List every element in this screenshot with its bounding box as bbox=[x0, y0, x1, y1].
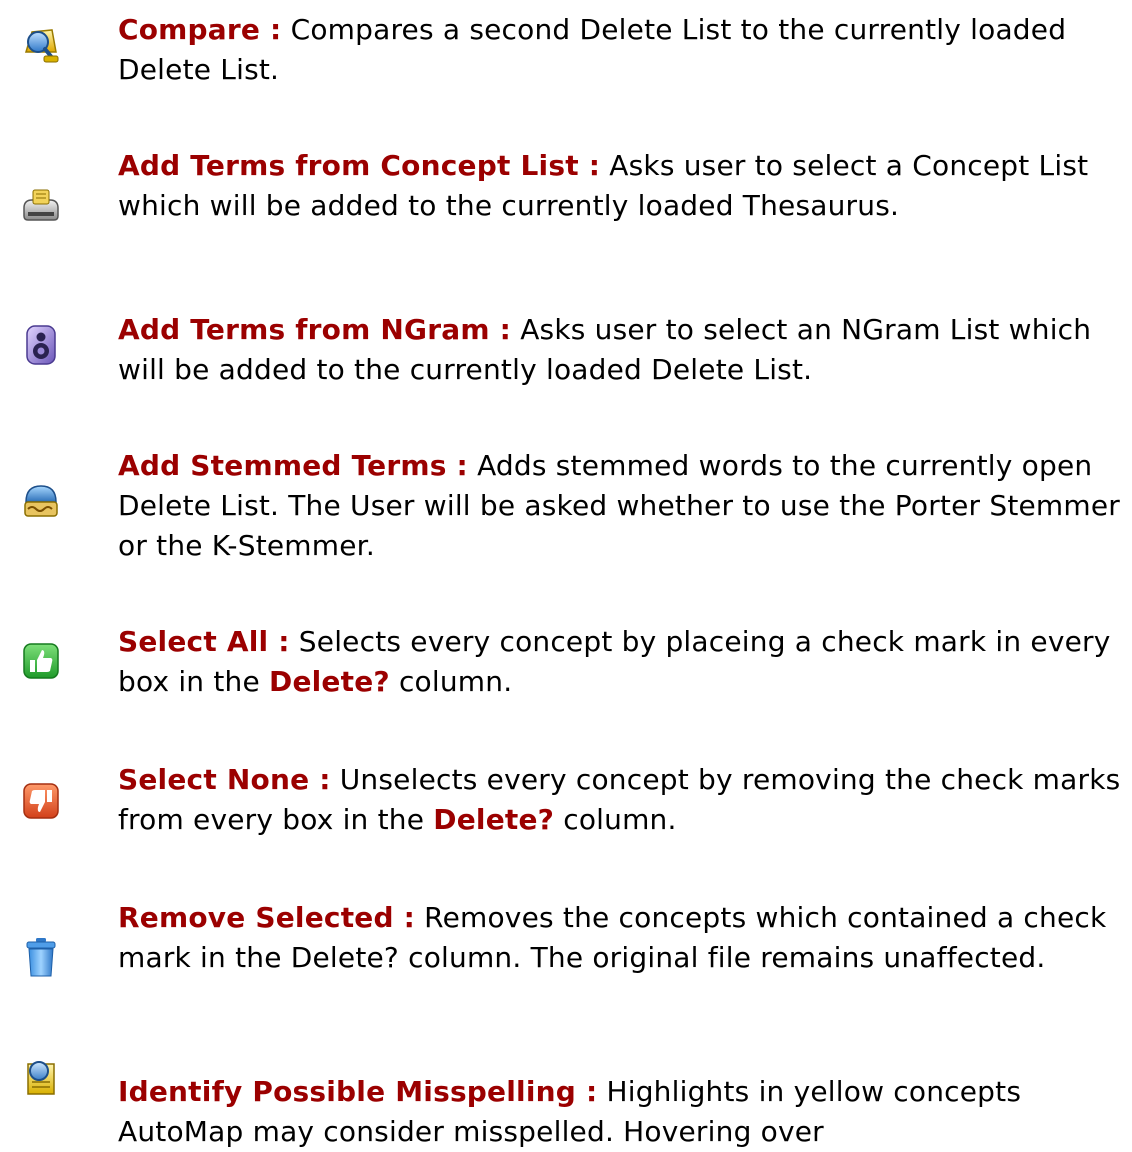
entry-term: Select All : bbox=[118, 625, 290, 658]
ngram-icon[interactable] bbox=[18, 322, 64, 368]
spell-check-icon[interactable] bbox=[18, 1054, 64, 1100]
entry-term: Compare : bbox=[118, 13, 282, 46]
thumbs-down-icon[interactable] bbox=[18, 778, 64, 824]
entry-text: Remove Selected : Removes the concepts w… bbox=[118, 898, 1128, 978]
stemmed-terms-icon[interactable] bbox=[18, 478, 64, 524]
concept-list-icon[interactable] bbox=[18, 182, 64, 228]
entry-text: Add Stemmed Terms : Adds stemmed words t… bbox=[118, 446, 1128, 566]
entry-text: Select None : Unselects every concept by… bbox=[118, 760, 1128, 840]
entry-term: Remove Selected : bbox=[118, 901, 416, 934]
entry-text: Add Terms from Concept List : Asks user … bbox=[118, 146, 1128, 226]
entry-text: Add Terms from NGram : Asks user to sele… bbox=[118, 310, 1128, 390]
entry-term: Add Terms from Concept List : bbox=[118, 149, 601, 182]
entry-description-end: column. bbox=[563, 803, 677, 836]
entry-text: Compare : Compares a second Delete List … bbox=[118, 10, 1128, 90]
thumbs-up-icon[interactable] bbox=[18, 638, 64, 684]
delete-column-label: Delete? bbox=[433, 803, 555, 836]
delete-column-label: Delete? bbox=[269, 665, 390, 698]
entry-term: Select None : bbox=[118, 763, 331, 796]
compare-icon[interactable] bbox=[18, 22, 64, 68]
entry-description-end: column. bbox=[398, 665, 513, 698]
trash-icon[interactable] bbox=[18, 934, 64, 980]
entry-text: Identify Possible Misspelling : Highligh… bbox=[118, 1072, 1128, 1152]
entry-text: Select All : Selects every concept by pl… bbox=[118, 622, 1128, 702]
entry-term: Identify Possible Misspelling : bbox=[118, 1075, 598, 1108]
entry-term: Add Terms from NGram : bbox=[118, 313, 512, 346]
entry-term: Add Stemmed Terms : bbox=[118, 449, 468, 482]
